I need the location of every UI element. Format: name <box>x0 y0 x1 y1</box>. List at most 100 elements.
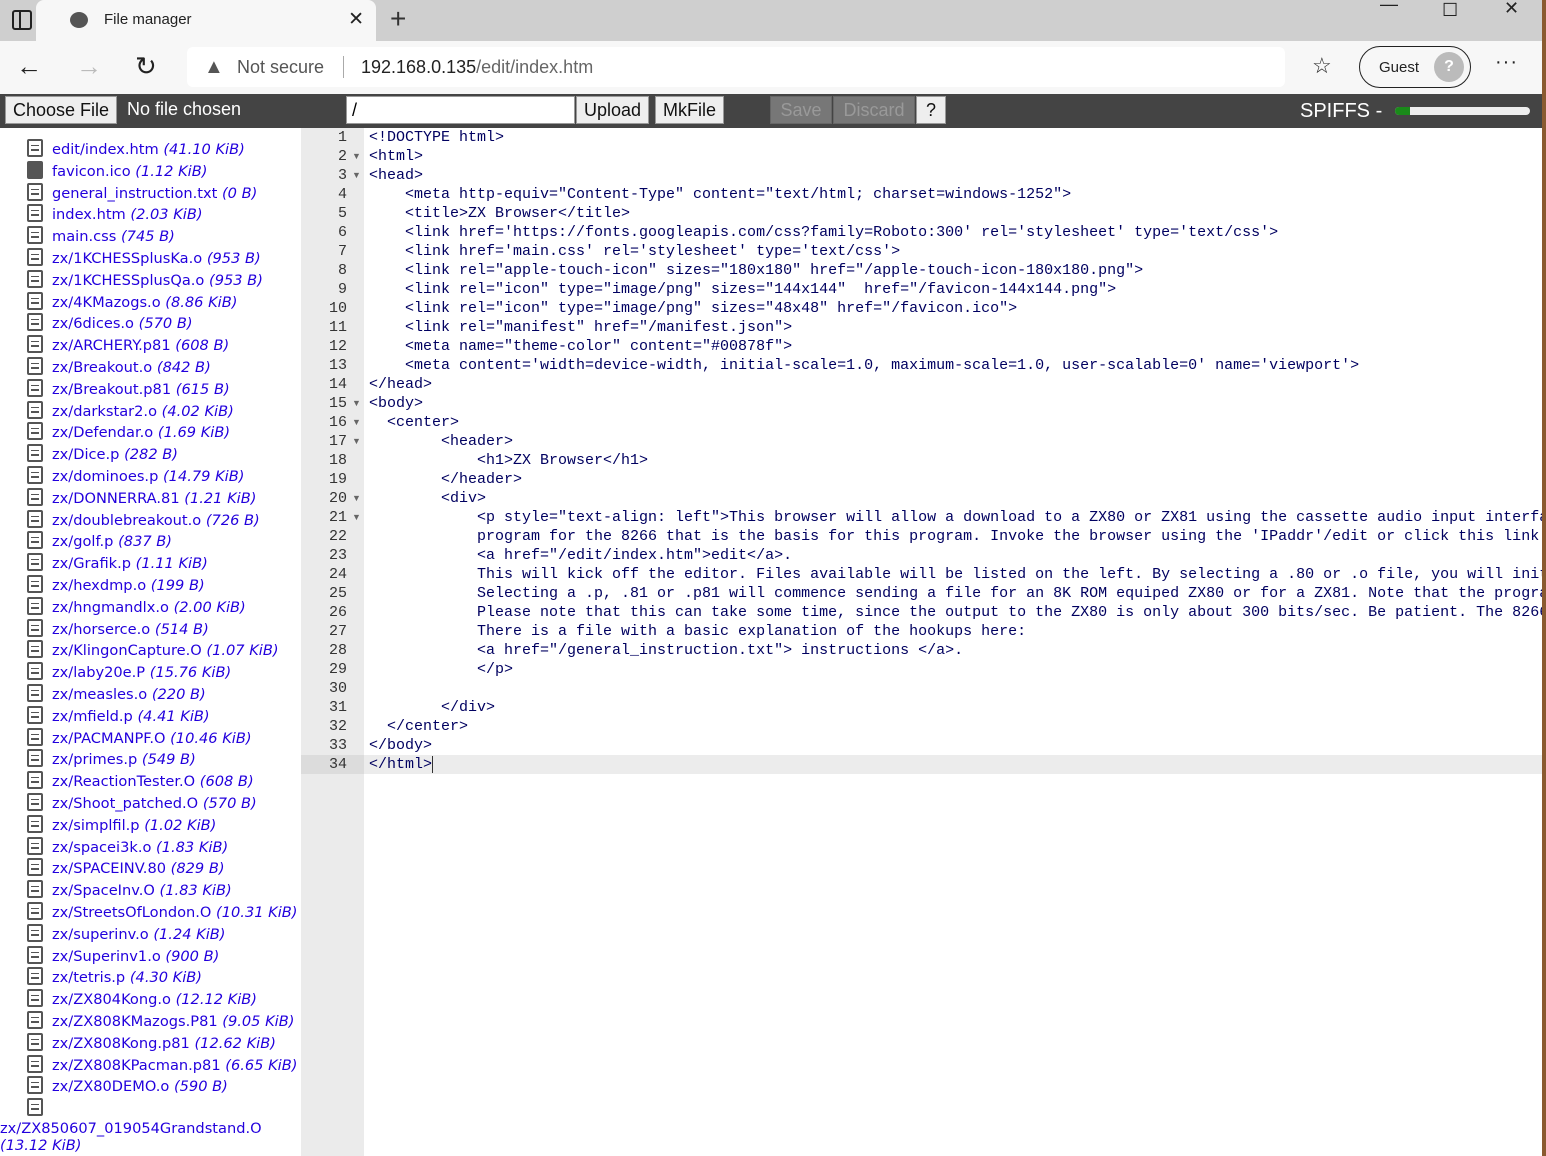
file-item[interactable]: zx/KlingonCapture.O (1.07 KiB) <box>27 640 279 659</box>
file-item[interactable]: zx/darkstar2.o (4.02 KiB) <box>27 401 234 420</box>
file-item[interactable]: zx/Superinv1.o (900 B) <box>27 946 219 965</box>
file-item[interactable]: zx/Breakout.p81 (615 B) <box>27 379 230 398</box>
new-tab-icon[interactable]: + <box>390 3 406 35</box>
tab-file-manager[interactable]: File manager ✕ <box>36 0 376 41</box>
file-item[interactable]: zx/ARCHERY.p81 (608 B) <box>27 335 229 354</box>
file-size: (953 B) <box>207 250 261 267</box>
file-item[interactable]: zx/ZX808KMazogs.P81 (9.05 KiB) <box>27 1011 294 1030</box>
file-item[interactable]: zx/Shoot_patched.O (570 B) <box>27 793 257 812</box>
file-item[interactable]: zx/1KCHESSplusKa.o (953 B) <box>27 248 261 267</box>
forward-icon[interactable]: → <box>76 51 102 82</box>
file-item[interactable]: zx/doublebreakout.o (726 B) <box>27 510 260 529</box>
file-item[interactable]: zx/6dices.o (570 B) <box>27 313 193 332</box>
file-item[interactable]: main.css (745 B) <box>27 226 175 245</box>
fold-arrow-icon[interactable]: ▼ <box>352 489 361 508</box>
file-item[interactable]: zx/PACMANPF.O (10.46 KiB) <box>27 728 252 747</box>
file-item[interactable]: zx/1KCHESSplusQa.o (953 B) <box>27 270 263 289</box>
mkfile-button[interactable]: MkFile <box>655 96 724 124</box>
discard-button[interactable]: Discard <box>833 96 915 124</box>
file-name: zx/1KCHESSplusKa.o <box>52 250 202 267</box>
file-item[interactable]: zx/horserce.o (514 B) <box>27 619 209 638</box>
file-item[interactable]: zx/SPACEINV.80 (829 B) <box>27 858 225 877</box>
file-item[interactable]: zx/Dice.p (282 B) <box>27 444 178 463</box>
line-number: 32 <box>301 717 347 736</box>
fold-arrow-icon[interactable]: ▼ <box>352 413 361 432</box>
minimize-icon[interactable]: — <box>1380 0 1398 15</box>
fold-arrow-icon[interactable]: ▼ <box>352 508 361 527</box>
file-item[interactable]: zx/measles.o (220 B) <box>27 684 206 703</box>
close-window-icon[interactable]: ✕ <box>1504 0 1519 19</box>
file-item[interactable]: zx/4KMazogs.o (8.86 KiB) <box>27 292 237 311</box>
file-item[interactable]: zx/DONNERRA.81 (1.21 KiB) <box>27 488 256 507</box>
file-item[interactable]: index.htm (2.03 KiB) <box>27 204 203 223</box>
file-item[interactable]: zx/StreetsOfLondon.O (10.31 KiB) <box>27 902 298 921</box>
file-item[interactable]: general_instruction.txt (0 B) <box>27 183 257 202</box>
close-tab-icon[interactable]: ✕ <box>348 8 364 31</box>
code-line: <meta content='width=device-width, initi… <box>369 356 1359 375</box>
upload-button[interactable]: Upload <box>576 96 649 124</box>
file-item[interactable]: zx/tetris.p (4.30 KiB) <box>27 967 202 986</box>
file-item[interactable]: zx/primes.p (549 B) <box>27 749 196 768</box>
file-name: zx/Dice.p <box>52 446 119 463</box>
file-item[interactable]: zx/mfield.p (4.41 KiB) <box>27 706 210 725</box>
security-label[interactable]: Not secure <box>237 57 324 78</box>
path-input[interactable]: / <box>346 96 575 124</box>
file-item[interactable]: zx/Defendar.o (1.69 KiB) <box>27 422 230 441</box>
help-button[interactable]: ? <box>916 96 946 124</box>
fold-arrow-icon[interactable]: ▼ <box>352 394 361 413</box>
maximize-icon[interactable]: ☐ <box>1442 0 1458 21</box>
choose-file-button[interactable]: Choose File <box>5 96 117 124</box>
fold-arrow-icon[interactable]: ▼ <box>352 166 361 185</box>
file-icon <box>27 292 43 310</box>
file-icon <box>27 357 43 375</box>
file-icon <box>27 597 43 615</box>
reload-icon[interactable]: ↻ <box>135 51 157 82</box>
file-item[interactable]: zx/hexdmp.o (199 B) <box>27 575 205 594</box>
back-icon[interactable]: ← <box>16 51 42 82</box>
file-item[interactable]: zx/ZX808Kong.p81 (12.62 KiB) <box>27 1033 276 1052</box>
file-name: zx/ARCHERY.p81 <box>52 337 171 354</box>
file-icon <box>27 749 43 767</box>
file-item[interactable]: zx/Breakout.o (842 B) <box>27 357 211 376</box>
file-item[interactable]: zx/dominoes.p (14.79 KiB) <box>27 466 244 485</box>
file-icon <box>27 1011 43 1029</box>
file-icon <box>27 880 43 898</box>
file-size: (9.05 KiB) <box>222 1013 294 1030</box>
file-size: (608 B) <box>175 337 229 354</box>
code-line: <title>ZX Browser</title> <box>369 204 630 223</box>
file-item[interactable]: zx/simplfil.p (1.02 KiB) <box>27 815 216 834</box>
fold-arrow-icon[interactable]: ▼ <box>352 147 361 166</box>
save-button[interactable]: Save <box>770 96 832 124</box>
code-line: <body> <box>369 394 423 413</box>
code-line: <meta name="theme-color" content="#00878… <box>369 337 792 356</box>
file-size: (15.76 KiB) <box>150 664 231 681</box>
code-editor[interactable]: <!DOCTYPE html><html><head> <meta http-e… <box>364 128 1546 1156</box>
url-input[interactable]: ▲ Not secure 192.168.0.135/edit/index.ht… <box>187 47 1285 87</box>
fold-arrow-icon[interactable]: ▼ <box>352 432 361 451</box>
file-item[interactable]: zx/ZX808KPacman.p81 (6.65 KiB) <box>27 1055 297 1074</box>
sidebar-toggle-icon[interactable] <box>12 10 32 30</box>
file-tree: edit/index.htm (41.10 KiB) favicon.ico (1… <box>0 128 301 1156</box>
more-menu-icon[interactable]: ··· <box>1495 51 1518 74</box>
file-item[interactable]: zx/hngmandlx.o (2.00 KiB) <box>27 597 246 616</box>
file-size: (10.46 KiB) <box>170 730 251 747</box>
file-item[interactable]: zx/SpaceInv.O (1.83 KiB) <box>27 880 232 899</box>
file-item[interactable]: zx/spacei3k.o (1.83 KiB) <box>27 837 228 856</box>
file-item[interactable]: zx/laby20e.P (15.76 KiB) <box>27 662 231 681</box>
profile-button[interactable]: Guest ? <box>1359 46 1471 88</box>
file-item[interactable]: edit/index.htm (41.10 KiB) <box>27 139 245 158</box>
file-item[interactable]: zx/golf.p (837 B) <box>27 531 172 550</box>
file-item[interactable]: zx/Grafik.p (1.11 KiB) <box>27 553 208 572</box>
file-name: zx/Breakout.o <box>52 359 152 376</box>
file-item[interactable]: zx/superinv.o (1.24 KiB) <box>27 924 226 943</box>
file-item[interactable]: favicon.ico (1.12 KiB) <box>27 161 207 180</box>
file-item[interactable]: zx/ZX804Kong.o (12.12 KiB) <box>27 989 257 1008</box>
file-item[interactable]: zx/ReactionTester.O (608 B) <box>27 771 254 790</box>
file-icon <box>27 989 43 1007</box>
favorites-icon[interactable]: ☆ <box>1312 53 1332 79</box>
file-item[interactable]: zx/ZX850607_019054Grandstand.O (13.12 Ki… <box>0 1098 300 1154</box>
file-icon <box>27 1076 43 1094</box>
window-edge <box>1542 0 1546 1156</box>
file-item[interactable]: zx/ZX80DEMO.o (590 B) <box>27 1076 228 1095</box>
file-size: (4.41 KiB) <box>137 708 209 725</box>
